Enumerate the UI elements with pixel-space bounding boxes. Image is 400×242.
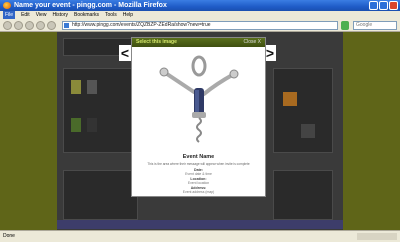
dimmed-thumbnail <box>71 118 81 132</box>
stop-icon[interactable] <box>36 21 45 30</box>
menu-history[interactable]: History <box>52 11 68 19</box>
image-select-modal: Select this image Close X Event Name Thi… <box>131 37 266 197</box>
search-placeholder: Google <box>356 22 373 28</box>
forward-icon[interactable] <box>14 21 23 30</box>
event-name: Event Name <box>182 154 215 160</box>
modal-title[interactable]: Select this image <box>136 39 177 45</box>
dimmed-thumbnail <box>71 80 81 94</box>
dimmed-thumbnail-grid-right <box>273 68 333 153</box>
home-icon[interactable] <box>47 21 56 30</box>
menu-bookmarks[interactable]: Bookmarks <box>74 11 99 19</box>
window-controls <box>369 1 398 10</box>
back-icon[interactable] <box>3 21 12 30</box>
status-text: Done <box>3 233 15 239</box>
maximize-button[interactable] <box>379 1 388 10</box>
menu-help[interactable]: Help <box>123 11 133 19</box>
go-button[interactable] <box>341 21 349 30</box>
site-favicon-icon <box>64 23 69 28</box>
status-bar: Done <box>0 230 400 242</box>
dimmed-options-list <box>63 170 138 220</box>
dimmed-options-list-right <box>273 170 333 220</box>
date-value: Event date & time <box>185 172 212 176</box>
dimmed-thumbnail <box>87 118 97 132</box>
previous-image-button[interactable]: < <box>119 45 131 61</box>
dimmed-thumbnail <box>87 80 97 94</box>
modal-close-button[interactable]: Close X <box>243 38 261 47</box>
page-side-right <box>343 32 400 230</box>
corkscrew-image <box>159 55 239 143</box>
firefox-icon <box>3 2 11 9</box>
menu-view[interactable]: View <box>36 11 47 19</box>
url-text: http://www.pingg.com/events/ZQZBZP-ZEdRa… <box>72 22 211 28</box>
page-footer-bar <box>57 220 343 229</box>
status-tray <box>357 233 397 240</box>
url-input[interactable]: http://www.pingg.com/events/ZQZBZP-ZEdRa… <box>62 21 338 30</box>
menu-bar: File Edit View History Bookmarks Tools H… <box>0 11 400 19</box>
search-input[interactable]: Google <box>353 21 397 30</box>
dimmed-thumbnail <box>283 92 297 106</box>
reload-icon[interactable] <box>25 21 34 30</box>
window-titlebar: Name your event - pingg.com - Mozilla Fi… <box>0 0 400 11</box>
address-value: Event address (map) <box>182 190 215 194</box>
menu-edit[interactable]: Edit <box>21 11 30 19</box>
navigation-toolbar: http://www.pingg.com/events/ZQZBZP-ZEdRa… <box>0 19 400 32</box>
dimmed-thumbnail <box>301 124 315 138</box>
minimize-button[interactable] <box>369 1 378 10</box>
modal-header: Select this image Close X <box>132 38 265 47</box>
menu-tools[interactable]: Tools <box>105 11 117 19</box>
event-description: This is the area where their message wil… <box>147 162 250 166</box>
menu-file[interactable]: File <box>3 11 16 19</box>
close-window-button[interactable] <box>389 1 398 10</box>
page-side-left <box>0 32 57 230</box>
location-value: Event location <box>187 181 210 185</box>
window-title: Name your event - pingg.com - Mozilla Fi… <box>14 2 167 9</box>
